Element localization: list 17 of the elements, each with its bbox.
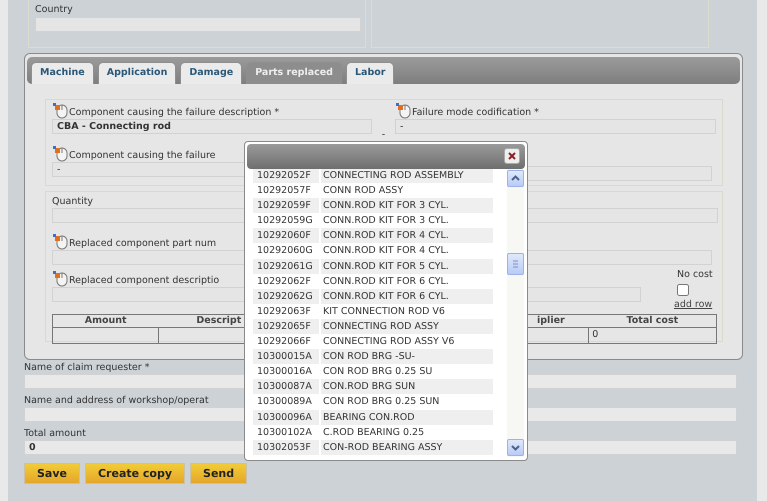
field-label: Total amount bbox=[24, 428, 86, 440]
column-header: Descript bbox=[196, 315, 242, 326]
field-label: Name of claim requester * bbox=[24, 362, 150, 374]
field-label: Component causing the failure description * bbox=[69, 107, 280, 119]
field-label: Replaced component part num bbox=[69, 238, 216, 250]
column-header: Total cost bbox=[626, 315, 678, 326]
table-cell: 0 bbox=[588, 328, 716, 344]
separator-text: - bbox=[380, 128, 386, 141]
column-header: iplier bbox=[537, 315, 565, 326]
field-label: Name and address of workshop/operat bbox=[24, 395, 209, 407]
field-label: Component causing the failure bbox=[69, 150, 216, 162]
field-label: Failure mode codification * bbox=[412, 107, 539, 119]
field-label: Quantity bbox=[52, 196, 94, 208]
field-label: Replaced component descriptio bbox=[69, 275, 220, 287]
field-label: Country bbox=[35, 4, 73, 16]
no-cost-label: No cost bbox=[677, 268, 713, 281]
column-header: Amount bbox=[84, 315, 127, 326]
